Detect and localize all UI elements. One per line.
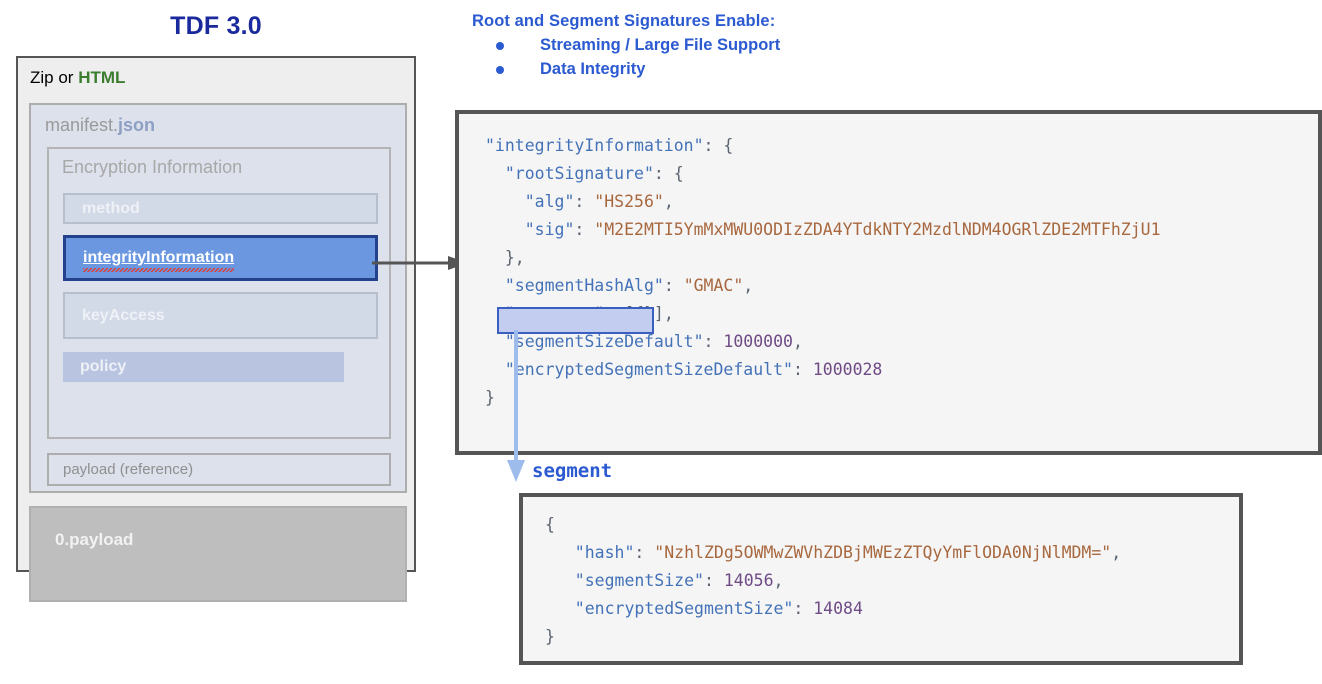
code-token: : [{}], [604, 304, 674, 323]
code-line: "hash": "NzhlZDg5OWMwZWVhZDBjMWEzZTQyYmF… [545, 539, 1239, 567]
signatures-enable-list: Streaming / Large File Support Data Inte… [472, 36, 780, 79]
manifest-label-json: json [118, 115, 156, 135]
code-line: "sig": "M2E2MTI5YmMxMWU0ODIzZDA4YTdkNTY2… [485, 216, 1318, 244]
code-line: }, [485, 244, 1318, 272]
zip-label-prefix: Zip or [30, 68, 79, 87]
code-token: "sig" [485, 220, 575, 239]
code-line: "segmentHashAlg": "GMAC", [485, 272, 1318, 300]
code-token: "HS256" [594, 192, 664, 211]
code-token: "hash" [545, 543, 635, 562]
manifest-row-keyaccess[interactable]: keyAccess [63, 292, 378, 339]
zip-or-html-label: Zip or HTML [30, 68, 125, 88]
code-token: "encryptedSegmentSizeDefault" [485, 360, 793, 379]
manifest-row-policy-label: policy [80, 358, 127, 375]
code-token: "GMAC" [683, 276, 744, 295]
list-item-label: Streaming / Large File Support [540, 36, 781, 54]
code-token: 1000028 [812, 360, 883, 379]
manifest-row-keyaccess-label: keyAccess [82, 306, 165, 324]
code-line: "rootSignature": { [485, 160, 1318, 188]
code-line: "segments": [{}], [485, 300, 1318, 328]
code-token: , [792, 332, 803, 351]
manifest-row-integrityinformation[interactable]: integrityInformation [63, 235, 378, 281]
list-item-label: Data Integrity [540, 60, 646, 78]
code-token: : { [653, 164, 684, 183]
code-token: "rootSignature" [485, 164, 654, 183]
code-token: "NzhlZDg5OWMwZWVhZDBjMWEzZTQyYmFlODA0NjN… [654, 543, 1112, 562]
code-line: "segmentSize": 14056, [545, 567, 1239, 595]
payload-reference-label: payload (reference) [63, 461, 194, 478]
page-title: TDF 3.0 [170, 12, 262, 40]
code-token: : [703, 571, 724, 590]
signatures-enable-callout: Root and Segment Signatures Enable: Stre… [472, 12, 780, 79]
code-token: 14084 [813, 599, 863, 618]
code-token: "alg" [485, 192, 575, 211]
code-line: { [545, 511, 1239, 539]
code-token: 14056 [723, 571, 774, 590]
integrity-information-code-block: "integrityInformation": { "rootSignature… [455, 110, 1322, 455]
code-token: }, [485, 248, 525, 267]
code-line: } [485, 384, 1318, 412]
code-token: "integrityInformation" [485, 136, 704, 155]
code-token: : [574, 192, 595, 211]
code-token: } [485, 388, 495, 407]
manifest-row-method-label: method [82, 199, 140, 217]
code-token: : [574, 220, 595, 239]
bullet-icon [496, 41, 504, 50]
code-token: , [1111, 543, 1122, 562]
zip-label-html: HTML [78, 68, 126, 87]
code-line: "integrityInformation": { [485, 132, 1318, 160]
code-line: "segmentSizeDefault": 1000000, [485, 328, 1318, 356]
zip-container-panel: Zip or HTML manifest.json Encryption Inf… [16, 56, 416, 602]
payload-reference-box: payload (reference) [47, 453, 391, 486]
code-token: : [634, 543, 655, 562]
code-token: "M2E2MTI5YmMxMWU0ODIzZDA4YTdkNTY2MzdlNDM… [594, 220, 1161, 239]
code-line: "encryptedSegmentSizeDefault": 1000028 [485, 356, 1318, 384]
segment-caption: segment [532, 460, 613, 482]
code-line: "encryptedSegmentSize": 14084 [545, 595, 1239, 623]
manifest-row-method[interactable]: method [63, 193, 378, 224]
code-token: : [793, 599, 814, 618]
segment-code-block: { "hash": "NzhlZDg5OWMwZWVhZDBjMWEzZTQyY… [519, 493, 1243, 665]
list-item: Data Integrity [472, 60, 780, 79]
encryption-information-box: Encryption Information method integrityI… [47, 147, 391, 439]
code-token: "encryptedSegmentSize" [545, 599, 794, 618]
manifest-label-prefix: manifest. [45, 115, 119, 135]
bullet-icon [496, 65, 504, 74]
arrow-right-icon [372, 256, 468, 270]
code-token: , [663, 192, 674, 211]
manifest-json-label: manifest.json [45, 115, 155, 136]
signatures-enable-title: Root and Segment Signatures Enable: [472, 12, 776, 30]
code-token: "segmentHashAlg" [485, 276, 664, 295]
code-token: : [703, 332, 724, 351]
code-token: 1000000 [723, 332, 793, 351]
code-token: "segments" [485, 304, 605, 323]
code-token: , [773, 571, 784, 590]
payload-label: 0.payload [55, 530, 134, 549]
encryption-information-label: Encryption Information [62, 157, 243, 177]
code-line: } [545, 623, 1239, 651]
code-token: : { [703, 136, 734, 155]
code-token: : [792, 360, 813, 379]
arrow-down-icon [507, 330, 525, 482]
payload-box: 0.payload [29, 506, 407, 602]
manifest-row-policy[interactable]: policy [63, 352, 344, 382]
manifest-json-box: manifest.json Encryption Information met… [29, 103, 407, 493]
code-token: "segmentSize" [545, 571, 704, 590]
manifest-row-integrityinformation-label: integrityInformation [83, 249, 235, 272]
code-token: { [545, 515, 555, 534]
code-line: "alg": "HS256", [485, 188, 1318, 216]
list-item: Streaming / Large File Support [472, 36, 780, 55]
code-token: : [663, 276, 684, 295]
code-token: } [545, 627, 555, 646]
code-token: , [743, 276, 754, 295]
